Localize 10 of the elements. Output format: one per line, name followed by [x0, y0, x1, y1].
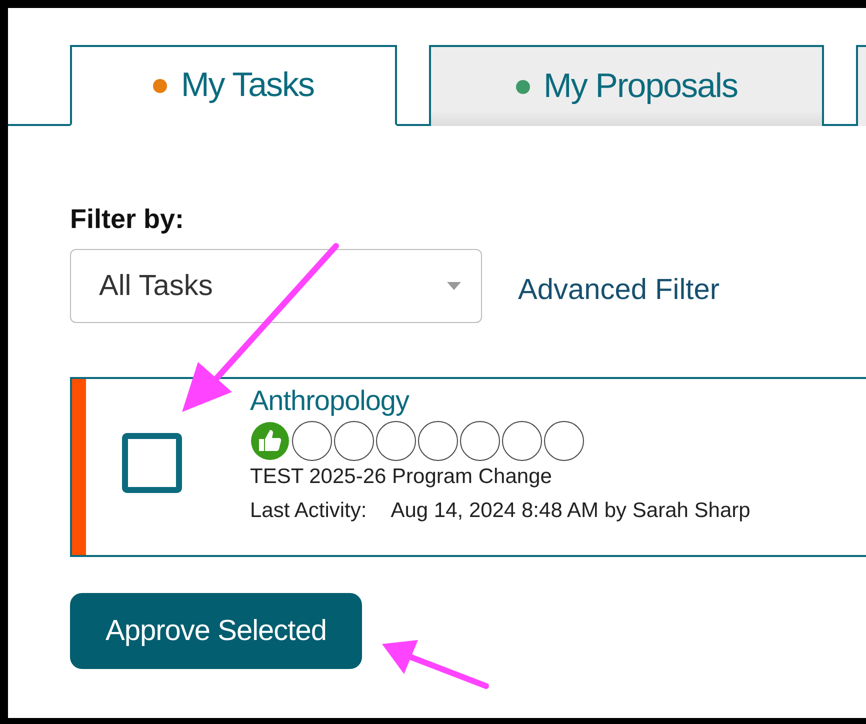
activity-text: Aug 14, 2024 8:48 AM by Sarah Sharp: [390, 499, 750, 523]
activity-label: Last Activity:: [250, 499, 367, 523]
task-title[interactable]: Anthropology: [250, 385, 750, 417]
task-subtitle: TEST 2025-26 Program Change: [250, 465, 553, 489]
approve-button[interactable]: Approve Selected: [70, 593, 362, 669]
task-select[interactable]: All Tasks: [70, 249, 482, 323]
filter-label: Filter by:: [70, 204, 186, 235]
advanced-filter-link[interactable]: Advanced Filter: [518, 274, 720, 306]
tab[interactable]: My Proposals: [429, 45, 824, 126]
tab[interactable]: My Tasks: [70, 45, 397, 126]
